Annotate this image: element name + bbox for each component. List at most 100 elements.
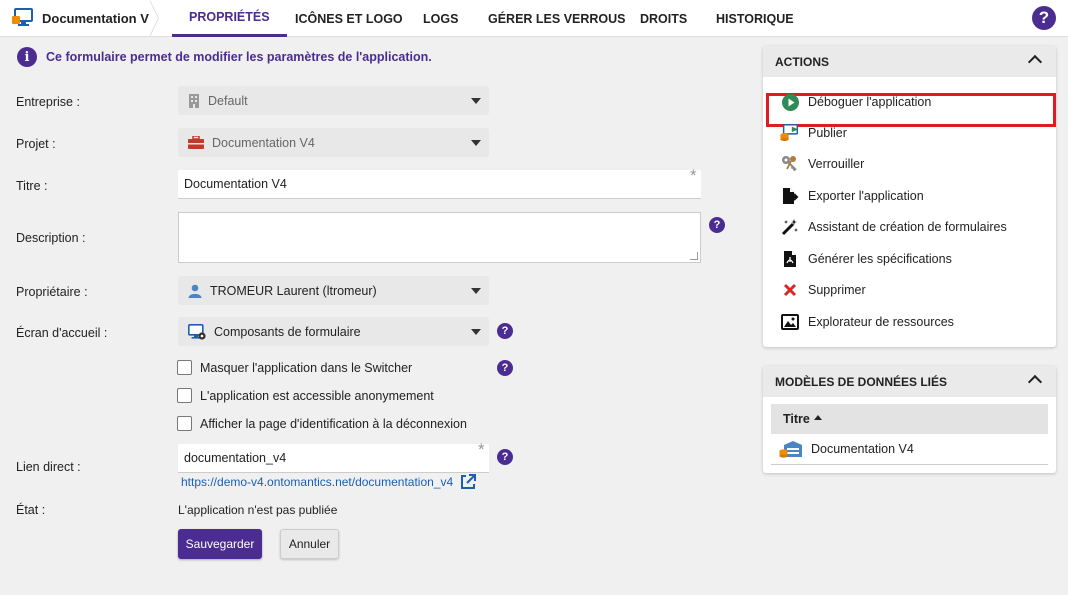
actions-panel-title: ACTIONS xyxy=(775,54,829,69)
action-explorateur-ressources[interactable]: Explorateur de ressources xyxy=(780,312,954,332)
titre-input[interactable]: Documentation V4 xyxy=(178,170,701,199)
publish-icon xyxy=(780,123,800,143)
action-generer-specifications[interactable]: Générer les spécifications xyxy=(780,249,952,269)
description-help-icon[interactable]: ? xyxy=(709,217,725,233)
checkbox-masquer-switcher[interactable]: Masquer l'application dans le Switcher xyxy=(177,360,412,375)
delete-icon xyxy=(780,280,800,300)
entreprise-value: Default xyxy=(208,93,248,108)
save-button[interactable]: Sauvegarder xyxy=(178,529,262,559)
proprietaire-label: Propriétaire : xyxy=(16,285,88,299)
monitor-app-icon xyxy=(12,7,42,30)
lien-direct-input[interactable]: documentation_v4 xyxy=(178,444,489,473)
top-bar: Documentation V4 PROPRIÉTÉS ICÔNES ET LO… xyxy=(0,0,1068,37)
projet-label: Projet : xyxy=(16,137,56,151)
tab-icones-logo[interactable]: ICÔNES ET LOGO xyxy=(295,0,403,37)
info-message: i Ce formulaire permet de modifier les p… xyxy=(17,47,432,67)
pdf-file-icon xyxy=(780,249,800,269)
app-title-text: Documentation V4 xyxy=(42,11,157,26)
external-link-icon[interactable] xyxy=(460,474,477,490)
action-deboguer[interactable]: Déboguer l'application xyxy=(780,92,931,112)
action-label: Supprimer xyxy=(808,283,866,297)
user-icon xyxy=(188,284,202,298)
ecran-accueil-select[interactable]: Composants de formulaire xyxy=(178,317,489,346)
proprietaire-value: TROMEUR Laurent (ltromeur) xyxy=(210,283,377,298)
action-label: Verrouiller xyxy=(808,157,865,171)
checkbox-box[interactable] xyxy=(177,360,192,375)
actions-panel: ACTIONS Déboguer l'application Publier V… xyxy=(763,46,1056,347)
sort-ascending-icon xyxy=(813,415,822,420)
play-icon xyxy=(780,92,800,112)
required-asterisk: * xyxy=(690,166,697,185)
tab-gerer-verrous[interactable]: GÉRER LES VERROUS xyxy=(488,0,626,37)
projet-value: Documentation V4 xyxy=(212,135,315,150)
checkbox-label: Afficher la page d'identification à la d… xyxy=(200,416,467,431)
direct-link[interactable]: https://demo-v4.ontomantics.net/document… xyxy=(181,474,477,490)
models-panel-header[interactable]: MODÈLES DE DONNÉES LIÉS xyxy=(763,366,1056,397)
entreprise-select[interactable]: Default xyxy=(178,86,489,115)
column-header-label: Titre xyxy=(783,412,810,426)
building-icon xyxy=(188,93,200,108)
etat-value: L'application n'est pas publiée xyxy=(178,503,338,517)
resize-handle[interactable] xyxy=(690,252,698,260)
app-title[interactable]: Documentation V4 xyxy=(0,0,158,37)
column-header-titre[interactable]: Titre xyxy=(771,404,1048,434)
chevron-down-icon xyxy=(471,288,481,294)
actions-panel-header[interactable]: ACTIONS xyxy=(763,46,1056,77)
chevron-up-icon[interactable] xyxy=(1027,374,1043,390)
row-label: Documentation V4 xyxy=(811,442,914,456)
tab-droits[interactable]: DROITS xyxy=(640,0,687,37)
tab-logs[interactable]: LOGS xyxy=(423,0,458,37)
action-label: Déboguer l'application xyxy=(808,95,932,109)
info-icon: i xyxy=(17,47,37,67)
file-export-icon xyxy=(780,186,800,206)
toolbox-icon xyxy=(188,136,204,149)
lien-direct-help-icon[interactable]: ? xyxy=(497,449,513,465)
lien-direct-label: Lien direct : xyxy=(16,460,81,474)
breadcrumb-separator-fill xyxy=(149,0,158,37)
action-label: Générer les spécifications xyxy=(808,252,952,266)
monitor-icon xyxy=(188,323,206,340)
projet-select[interactable]: Documentation V4 xyxy=(178,128,489,157)
tab-historique[interactable]: HISTORIQUE xyxy=(716,0,794,37)
masquer-help-icon[interactable]: ? xyxy=(497,360,513,376)
direct-link-url[interactable]: https://demo-v4.ontomantics.net/document… xyxy=(181,475,453,489)
magic-wand-icon xyxy=(780,217,800,237)
action-supprimer[interactable]: Supprimer xyxy=(780,280,866,300)
chevron-down-icon xyxy=(471,140,481,146)
action-label: Exporter l'application xyxy=(808,189,924,203)
checkbox-box[interactable] xyxy=(177,388,192,403)
keys-icon xyxy=(780,154,800,174)
checkbox-box[interactable] xyxy=(177,416,192,431)
models-panel: MODÈLES DE DONNÉES LIÉS Titre Documentat… xyxy=(763,366,1056,473)
checkbox-afficher-identification[interactable]: Afficher la page d'identification à la d… xyxy=(177,416,467,431)
description-label: Description : xyxy=(16,231,86,245)
ecran-accueil-label: Écran d'accueil : xyxy=(16,326,108,340)
help-icon[interactable]: ? xyxy=(1032,6,1056,30)
checkbox-label: Masquer l'application dans le Switcher xyxy=(200,360,413,375)
titre-label: Titre : xyxy=(16,179,48,193)
chevron-down-icon xyxy=(471,329,481,335)
checkbox-accessible-anonymement[interactable]: L'application est accessible anonymement xyxy=(177,388,434,403)
entreprise-label: Entreprise : xyxy=(16,95,80,109)
image-icon xyxy=(780,312,800,332)
action-label: Publier xyxy=(808,126,847,140)
info-text: Ce formulaire permet de modifier les par… xyxy=(46,50,432,64)
action-exporter[interactable]: Exporter l'application xyxy=(780,186,924,206)
tab-proprietes[interactable]: PROPRIÉTÉS xyxy=(172,0,287,37)
etat-label: État : xyxy=(16,503,46,517)
action-publier[interactable]: Publier xyxy=(780,123,847,143)
models-panel-title: MODÈLES DE DONNÉES LIÉS xyxy=(775,374,948,389)
checkbox-label: L'application est accessible anonymement xyxy=(200,388,434,403)
chevron-down-icon xyxy=(471,98,481,104)
action-verrouiller[interactable]: Verrouiller xyxy=(780,154,864,174)
description-textarea[interactable] xyxy=(178,212,701,263)
proprietaire-select[interactable]: TROMEUR Laurent (ltromeur) xyxy=(178,276,489,305)
cancel-button[interactable]: Annuler xyxy=(280,529,339,559)
required-asterisk: * xyxy=(478,440,485,459)
database-model-icon xyxy=(779,440,803,458)
action-label: Assistant de création de formulaires xyxy=(808,220,1007,234)
action-assistant-formulaires[interactable]: Assistant de création de formulaires xyxy=(780,217,1007,237)
ecran-accueil-help-icon[interactable]: ? xyxy=(497,323,513,339)
chevron-up-icon[interactable] xyxy=(1027,54,1043,70)
table-row[interactable]: Documentation V4 xyxy=(771,434,1048,465)
